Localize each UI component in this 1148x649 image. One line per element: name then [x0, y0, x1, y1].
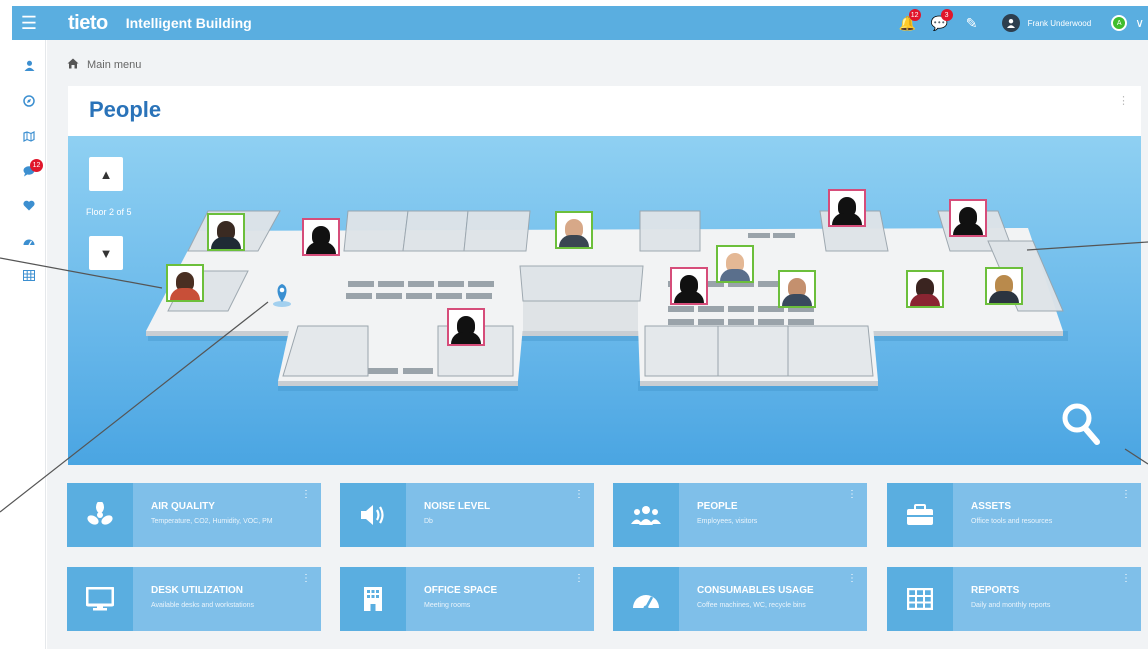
- messages-badge: 3: [940, 9, 953, 21]
- person-marker[interactable]: [985, 267, 1023, 305]
- tile-title: REPORTS: [971, 585, 1020, 596]
- briefcase-icon: [887, 483, 953, 547]
- person-silhouette-marker[interactable]: [670, 267, 708, 305]
- user-menu[interactable]: Frank Underwood: [1001, 14, 1092, 32]
- monitor-icon: [67, 567, 133, 631]
- tile-noise-level[interactable]: NOISE LEVEL Db ⋮: [340, 483, 594, 547]
- tile-subtitle: Office tools and resources: [971, 518, 1053, 525]
- person-silhouette-marker[interactable]: [447, 308, 485, 346]
- chevron-down-icon[interactable]: ∨: [1135, 16, 1144, 30]
- main-content: Main menu People ⋮ ▲ Floor 2 of 5 ▼ AIR …: [47, 40, 1148, 649]
- panel-more-icon[interactable]: ⋮: [1118, 94, 1129, 107]
- floor-plan-illustration: [146, 210, 1068, 391]
- home-icon[interactable]: [67, 58, 79, 72]
- tile-title: OFFICE SPACE: [424, 585, 498, 596]
- tile-consumables-usage[interactable]: CONSUMABLES USAGE Coffee machines, WC, re…: [613, 567, 867, 631]
- tile-title: AIR QUALITY: [151, 501, 215, 512]
- dashboard-icon: [23, 239, 35, 245]
- page-title: People: [89, 97, 162, 122]
- tile-office-space[interactable]: OFFICE SPACE Meeting rooms ⋮: [340, 567, 594, 631]
- tile-subtitle: Db: [424, 518, 433, 525]
- tile-more-icon[interactable]: ⋮: [574, 573, 584, 584]
- person-marker[interactable]: [716, 245, 754, 283]
- breadcrumb: Main menu: [67, 58, 141, 72]
- heart-icon: [23, 200, 35, 211]
- compass-icon: [23, 94, 35, 107]
- floor-indicator: Floor 2 of 5: [86, 207, 132, 217]
- person-silhouette-marker[interactable]: [302, 218, 340, 256]
- hamburger-menu-icon[interactable]: ☰: [12, 6, 46, 40]
- sidebar-item-dashboard[interactable]: [12, 223, 46, 258]
- fan-icon: [67, 483, 133, 547]
- sidebar-item-compass[interactable]: [12, 83, 46, 118]
- tile-reports[interactable]: REPORTS Daily and monthly reports ⋮: [887, 567, 1141, 631]
- sidebar-item-table[interactable]: [12, 258, 46, 293]
- tile-more-icon[interactable]: ⋮: [1121, 489, 1131, 500]
- search-icon[interactable]: [1061, 402, 1101, 455]
- tile-subtitle: Meeting rooms: [424, 602, 471, 609]
- floor-up-button[interactable]: ▲: [89, 157, 123, 191]
- sidebar-item-map[interactable]: [12, 118, 46, 153]
- edit-button[interactable]: ✎: [956, 6, 988, 40]
- tile-air-quality[interactable]: AIR QUALITY Temperature, CO2, Humidity, V…: [67, 483, 321, 547]
- tile-people[interactable]: PEOPLE Employees, visitors ⋮: [613, 483, 867, 547]
- tile-title: CONSUMABLES USAGE: [697, 585, 814, 596]
- avatar: [1001, 14, 1020, 32]
- chevron-down-icon: ▼: [99, 245, 113, 261]
- tile-subtitle: Employees, visitors: [697, 518, 758, 525]
- tile-title: ASSETS: [971, 501, 1012, 512]
- sidebar-item-heart[interactable]: [12, 188, 46, 223]
- edit-icon: ✎: [965, 14, 978, 31]
- brand-logo[interactable]: tieto: [68, 12, 108, 35]
- person-marker[interactable]: [906, 270, 944, 308]
- tile-more-icon[interactable]: ⋮: [847, 573, 857, 584]
- tile-title: PEOPLE: [697, 501, 738, 512]
- person-marker[interactable]: [555, 211, 593, 249]
- person-marker[interactable]: [778, 270, 816, 308]
- tile-desk-utilization[interactable]: DESK UTILIZATION Available desks and work…: [67, 567, 321, 631]
- floor-map[interactable]: ▲ Floor 2 of 5 ▼: [68, 136, 1141, 465]
- gauge-icon: [613, 567, 679, 631]
- person-marker[interactable]: [207, 213, 245, 251]
- tile-more-icon[interactable]: ⋮: [301, 573, 311, 584]
- speaker-icon: [340, 483, 406, 547]
- notifications-button[interactable]: 🔔 12: [892, 6, 924, 40]
- person-silhouette-marker[interactable]: [949, 199, 987, 237]
- status-indicator[interactable]: A: [1111, 15, 1128, 31]
- tile-subtitle: Temperature, CO2, Humidity, VOC, PM: [151, 518, 273, 525]
- sidebar-item-chat[interactable]: 12: [12, 153, 46, 188]
- tile-more-icon[interactable]: ⋮: [574, 489, 584, 500]
- building-icon: [340, 567, 406, 631]
- messages-button[interactable]: 💬 3: [924, 6, 956, 40]
- notifications-badge: 12: [908, 9, 921, 21]
- people-icon: [613, 483, 679, 547]
- floor-down-button[interactable]: ▼: [89, 236, 123, 270]
- user-name: Frank Underwood: [1027, 18, 1092, 28]
- person-silhouette-marker[interactable]: [828, 189, 866, 227]
- tile-assets[interactable]: ASSETS Office tools and resources ⋮: [887, 483, 1141, 547]
- tile-more-icon[interactable]: ⋮: [301, 489, 311, 500]
- chat-badge: 12: [30, 159, 43, 172]
- grid-icon: [887, 567, 953, 631]
- tile-title: DESK UTILIZATION: [151, 585, 244, 596]
- sidebar-item-user[interactable]: [12, 48, 46, 83]
- tile-subtitle: Available desks and workstations: [151, 602, 254, 609]
- breadcrumb-main-menu[interactable]: Main menu: [87, 59, 141, 71]
- chevron-up-icon: ▲: [99, 166, 113, 182]
- tile-subtitle: Coffee machines, WC, recycle bins: [697, 602, 806, 609]
- tile-more-icon[interactable]: ⋮: [1121, 573, 1131, 584]
- app-name: Intelligent Building: [125, 15, 252, 31]
- map-icon: [23, 130, 35, 142]
- person-marker[interactable]: [166, 264, 204, 302]
- tile-title: NOISE LEVEL: [424, 501, 491, 512]
- tile-more-icon[interactable]: ⋮: [847, 489, 857, 500]
- tile-subtitle: Daily and monthly reports: [971, 602, 1051, 609]
- table-icon: [23, 270, 35, 281]
- top-bar: ☰ tieto Intelligent Building 🔔 12 💬 3 ✎ …: [12, 6, 1148, 40]
- user-icon: [24, 60, 34, 71]
- sidebar: 12: [12, 40, 46, 649]
- people-panel: People ⋮ ▲ Floor 2 of 5 ▼: [68, 86, 1141, 465]
